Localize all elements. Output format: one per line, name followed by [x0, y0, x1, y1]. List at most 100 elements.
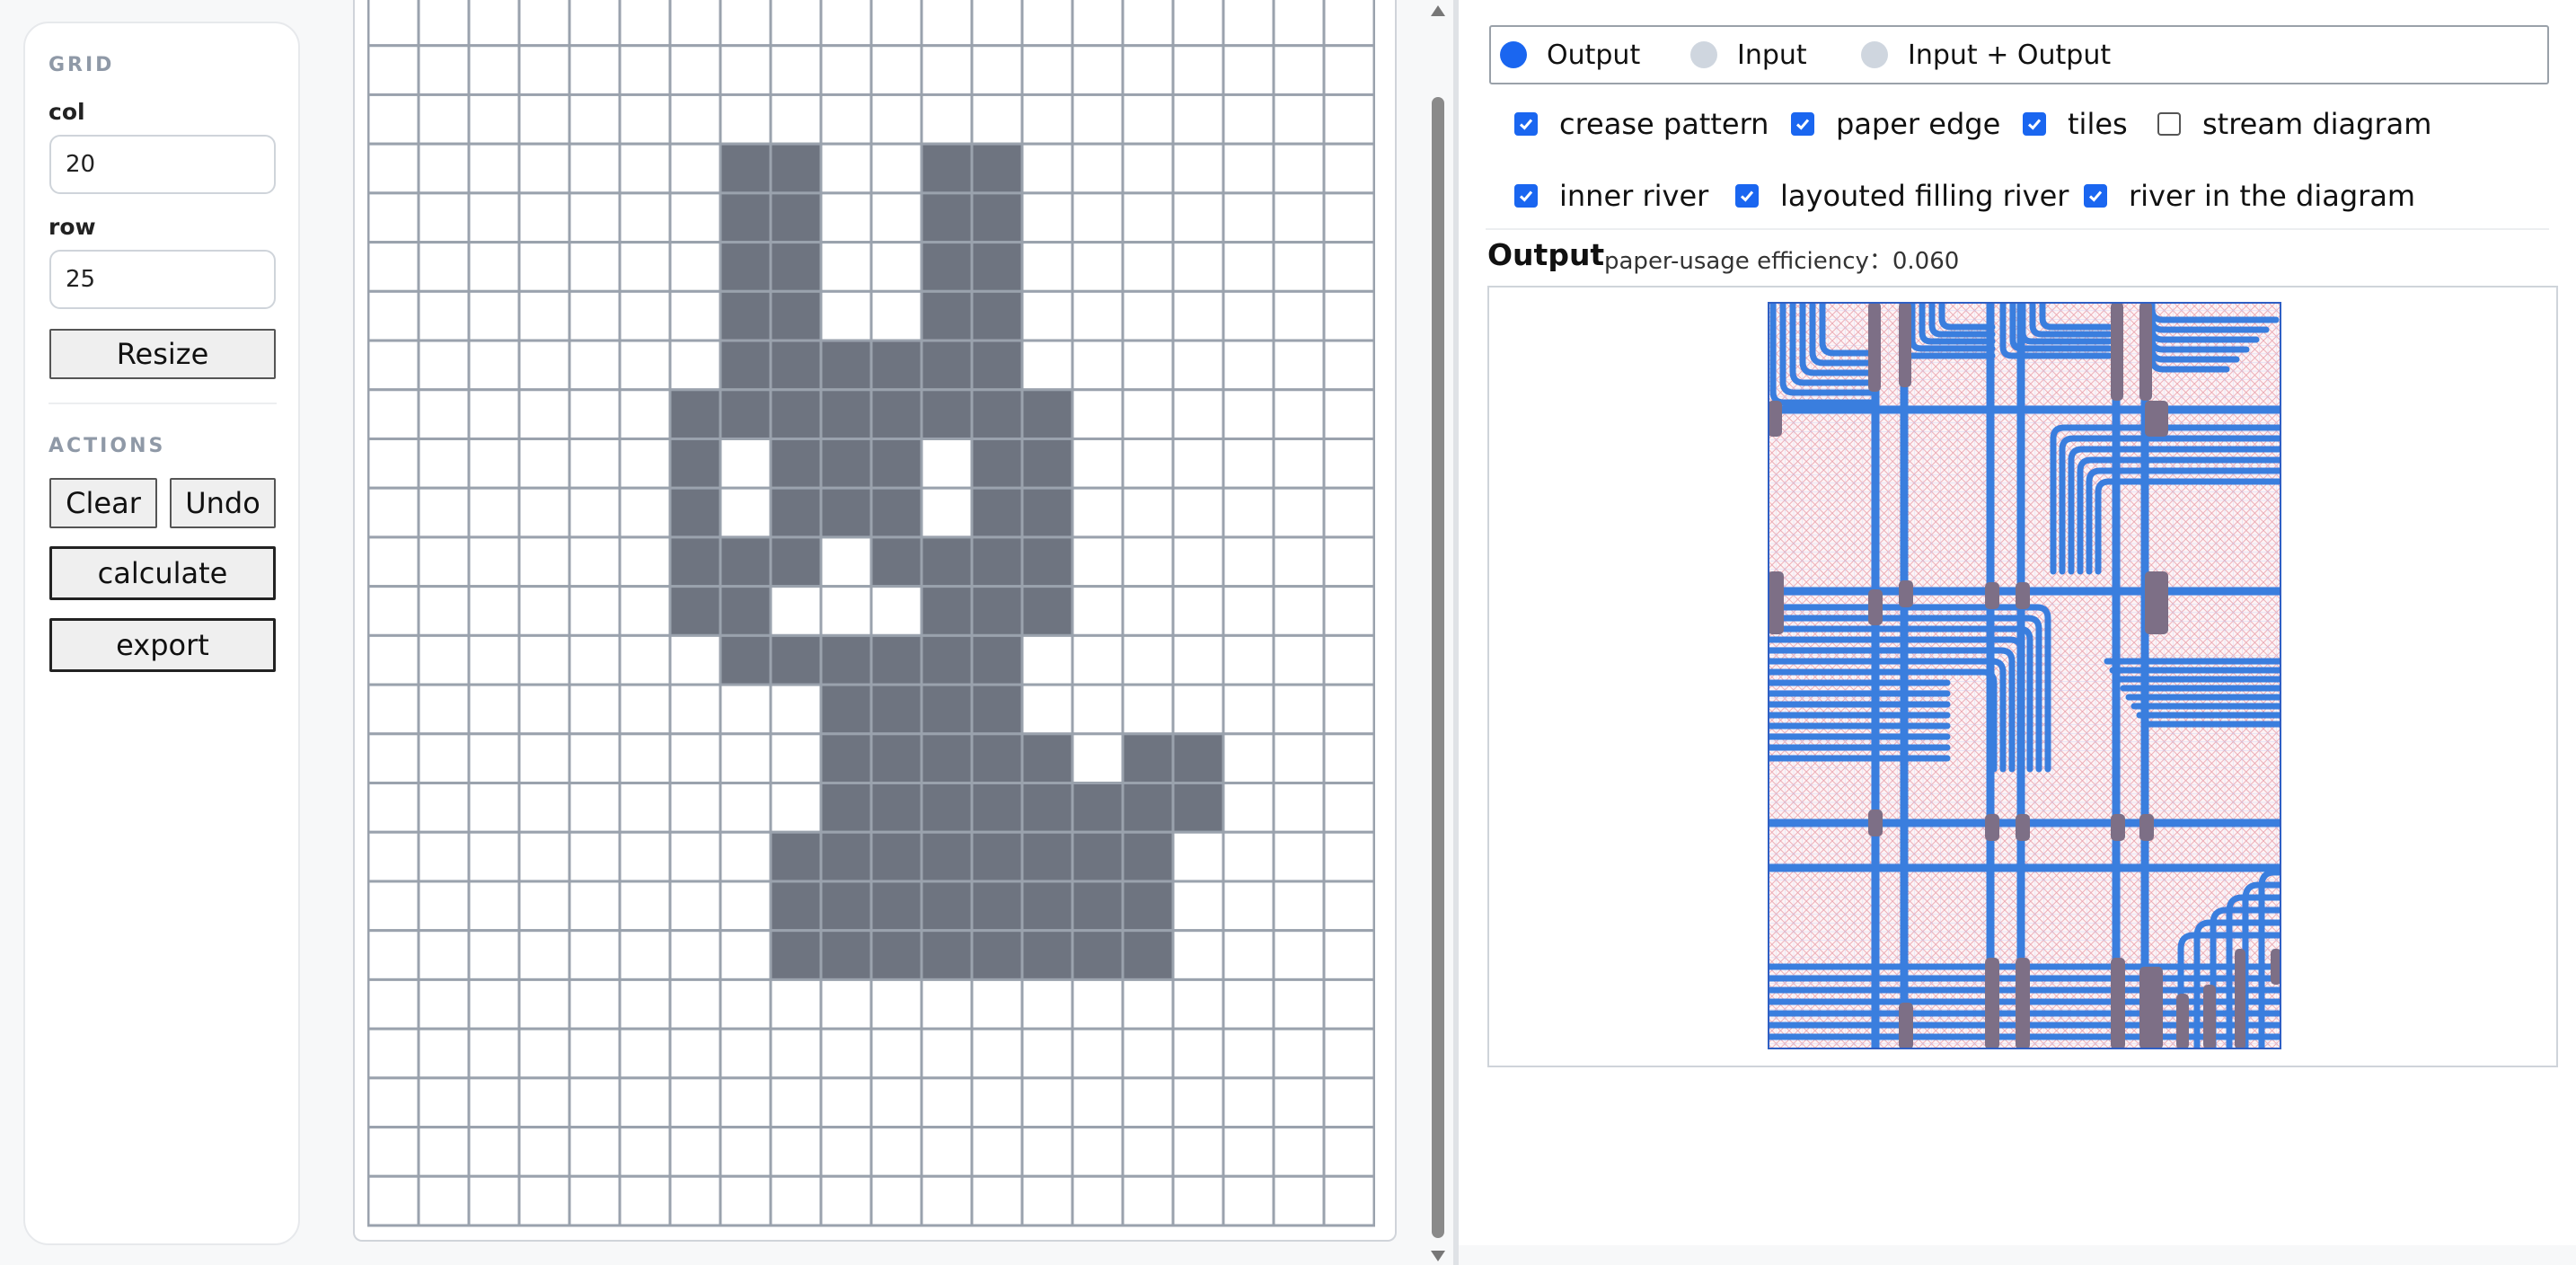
grid-cell[interactable] [467, 1027, 521, 1080]
grid-cell[interactable] [517, 830, 571, 883]
grid-cell[interactable] [970, 93, 1024, 146]
grid-cell[interactable] [568, 486, 622, 539]
grid-cell[interactable] [1272, 978, 1326, 1031]
grid-cell[interactable] [618, 830, 672, 883]
grid-cell[interactable] [869, 1027, 923, 1080]
grid-cell[interactable] [819, 191, 873, 244]
grid-cell[interactable] [668, 1126, 722, 1178]
grid-cell-filled[interactable] [869, 929, 923, 981]
grid-cell-filled[interactable] [1171, 782, 1225, 834]
grid-cell[interactable] [1322, 388, 1375, 440]
grid-cell[interactable] [1222, 535, 1275, 588]
grid-cell[interactable] [568, 633, 622, 686]
grid-cell[interactable] [668, 1076, 722, 1129]
grid-cell[interactable] [1322, 241, 1375, 293]
grid-cell[interactable] [618, 339, 672, 392]
grid-cell[interactable] [1071, 978, 1125, 1031]
checkbox-stream-diagram[interactable]: stream diagram [2157, 106, 2431, 142]
grid-cell[interactable] [467, 978, 521, 1031]
grid-cell[interactable] [367, 241, 420, 293]
grid-cell[interactable] [1272, 93, 1326, 146]
grid-cell[interactable] [719, 0, 772, 48]
grid-cell[interactable] [417, 978, 471, 1031]
grid-cell[interactable] [1272, 339, 1326, 392]
grid-cell[interactable] [367, 585, 420, 637]
pixel-grid-canvas[interactable] [367, 0, 1375, 1231]
grid-cell[interactable] [417, 486, 471, 539]
grid-cell[interactable] [769, 1126, 823, 1178]
grid-cell[interactable] [1222, 683, 1275, 736]
grid-cell-filled[interactable] [819, 339, 873, 392]
grid-cell[interactable] [1121, 241, 1175, 293]
grid-cell[interactable] [769, 1027, 823, 1080]
grid-cell-filled[interactable] [769, 929, 823, 981]
grid-cell[interactable] [618, 880, 672, 933]
grid-cell[interactable] [1272, 289, 1326, 342]
radio-output[interactable]: Output [1500, 27, 1640, 83]
grid-cell[interactable] [618, 486, 672, 539]
grid-cell[interactable] [517, 93, 571, 146]
clear-button[interactable]: Clear [49, 478, 157, 528]
grid-cell[interactable] [668, 241, 722, 293]
grid-cell[interactable] [1272, 142, 1326, 195]
checkbox-river-in-diagram[interactable]: river in the diagram [2084, 178, 2415, 214]
grid-cell[interactable] [819, 1126, 873, 1178]
grid-cell-filled[interactable] [769, 880, 823, 933]
grid-cell-filled[interactable] [920, 732, 974, 785]
grid-cell[interactable] [517, 241, 571, 293]
grid-cell-filled[interactable] [869, 535, 923, 588]
grid-cell-filled[interactable] [668, 585, 722, 637]
grid-cell[interactable] [1322, 830, 1375, 883]
grid-cell[interactable] [1322, 633, 1375, 686]
grid-cell[interactable] [668, 289, 722, 342]
grid-cell-filled[interactable] [819, 486, 873, 539]
grid-cell[interactable] [1272, 437, 1326, 490]
grid-cell-filled[interactable] [920, 535, 974, 588]
grid-cell-filled[interactable] [769, 339, 823, 392]
grid-cell[interactable] [1020, 1174, 1074, 1227]
grid-cell[interactable] [618, 142, 672, 195]
grid-cell[interactable] [869, 978, 923, 1031]
grid-cell-filled[interactable] [719, 142, 772, 195]
grid-cell-filled[interactable] [769, 486, 823, 539]
grid-cell[interactable] [367, 782, 420, 834]
grid-cell[interactable] [618, 1076, 672, 1129]
grid-cell[interactable] [517, 289, 571, 342]
grid-cell[interactable] [417, 289, 471, 342]
grid-cell[interactable] [1272, 929, 1326, 981]
grid-cell[interactable] [1171, 1076, 1225, 1129]
grid-cell[interactable] [568, 880, 622, 933]
grid-cell[interactable] [1272, 1174, 1326, 1227]
grid-cell[interactable] [467, 929, 521, 981]
grid-cell[interactable] [517, 437, 571, 490]
grid-cell[interactable] [719, 732, 772, 785]
grid-cell[interactable] [869, 1076, 923, 1129]
grid-cell[interactable] [1020, 142, 1074, 195]
grid-cell[interactable] [1222, 1126, 1275, 1178]
grid-cell[interactable] [517, 535, 571, 588]
grid-cell[interactable] [1322, 880, 1375, 933]
grid-cell-filled[interactable] [719, 585, 772, 637]
grid-cell-filled[interactable] [819, 683, 873, 736]
grid-cell[interactable] [517, 142, 571, 195]
grid-cell[interactable] [467, 1174, 521, 1227]
grid-cell[interactable] [668, 1174, 722, 1227]
grid-cell[interactable] [367, 683, 420, 736]
grid-cell-filled[interactable] [1071, 929, 1125, 981]
grid-cell[interactable] [668, 732, 722, 785]
grid-cell[interactable] [719, 929, 772, 981]
grid-cell[interactable] [1272, 486, 1326, 539]
grid-cell[interactable] [517, 683, 571, 736]
grid-cell-filled[interactable] [819, 880, 873, 933]
grid-cell[interactable] [618, 732, 672, 785]
grid-cell[interactable] [719, 1027, 772, 1080]
grid-cell[interactable] [819, 93, 873, 146]
grid-cell[interactable] [1272, 191, 1326, 244]
grid-cell[interactable] [668, 1027, 722, 1080]
grid-cell[interactable] [1322, 486, 1375, 539]
grid-cell[interactable] [1272, 830, 1326, 883]
grid-cell[interactable] [568, 289, 622, 342]
grid-cell[interactable] [719, 683, 772, 736]
grid-cell-filled[interactable] [970, 929, 1024, 981]
grid-cell[interactable] [417, 142, 471, 195]
